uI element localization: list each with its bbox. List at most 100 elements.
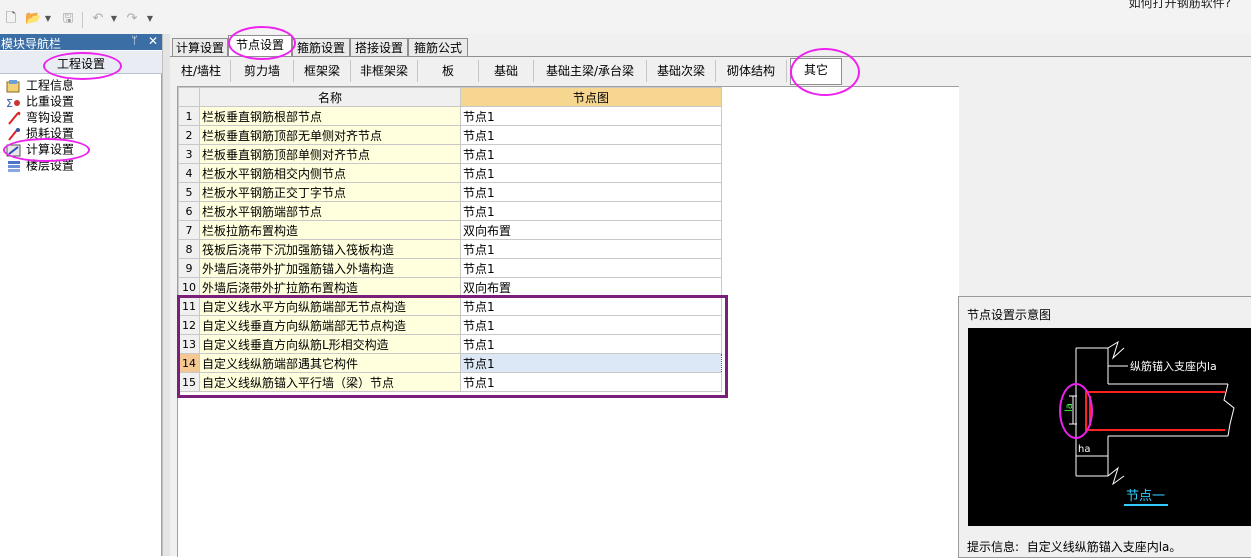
row-number[interactable]: 11 xyxy=(178,296,200,316)
row-name-cell[interactable]: 栏板垂直钢筋顶部单侧对齐节点 xyxy=(199,144,461,164)
row-name-cell[interactable]: 栏板水平钢筋端部节点 xyxy=(199,201,461,221)
row-name-cell[interactable]: 栏板垂直钢筋顶部无单侧对齐节点 xyxy=(199,125,461,145)
row-number[interactable]: 7 xyxy=(178,220,200,240)
row-node-cell[interactable]: 节点1 xyxy=(460,296,722,316)
row-node-cell[interactable]: 节点1 xyxy=(460,201,722,221)
column-header-node[interactable]: 节点图 xyxy=(460,87,722,107)
tab-non-frame-beam[interactable]: 非框架梁 xyxy=(351,60,418,82)
row-number[interactable]: 8 xyxy=(178,239,200,259)
row-node-cell[interactable]: 节点1 xyxy=(460,144,722,164)
table-row[interactable]: 11 自定义线水平方向纵筋端部无节点构造 节点1 xyxy=(178,296,722,316)
tab-foundation[interactable]: 基础 xyxy=(479,60,534,82)
column-header-name[interactable]: 名称 xyxy=(199,87,461,107)
table-row[interactable]: 8 筏板后浇带下沉加强筋锚入筏板构造 节点1 xyxy=(178,239,722,259)
open-folder-icon[interactable]: 📂 xyxy=(25,11,41,27)
dropdown-arrow-icon[interactable]: ▼ xyxy=(106,11,122,27)
row-name-cell[interactable]: 栏板垂直钢筋根部节点 xyxy=(199,106,461,126)
tab-frame-beam[interactable]: 框架梁 xyxy=(294,60,351,82)
row-number[interactable]: 6 xyxy=(178,201,200,221)
table-row[interactable]: 7 栏板拉筋布置构造 双向布置 xyxy=(178,220,722,240)
row-node-cell[interactable]: 双向布置 xyxy=(460,220,722,240)
row-name-cell[interactable]: 外墙后浇带外扩加强筋锚入外墙构造 xyxy=(199,258,461,278)
table-row[interactable]: 15 自定义线纵筋锚入平行墙（梁）节点 节点1 xyxy=(178,372,722,392)
close-icon[interactable]: ✕ xyxy=(148,34,158,48)
tab-column-wall-column[interactable]: 柱/墙柱 xyxy=(172,60,231,82)
row-number[interactable]: 3 xyxy=(178,144,200,164)
nav-item-label: 比重设置 xyxy=(26,94,75,109)
row-number[interactable]: 14 xyxy=(178,353,200,373)
row-number[interactable]: 15 xyxy=(178,372,200,392)
redo-icon[interactable]: ↷ xyxy=(124,11,140,27)
row-name-cell[interactable]: 自定义线垂直方向纵筋端部无节点构造 xyxy=(199,315,461,335)
row-number[interactable]: 9 xyxy=(178,258,200,278)
row-node-cell[interactable]: 节点1 xyxy=(460,334,722,354)
panel-splitter[interactable] xyxy=(162,34,170,556)
tab-other[interactable]: 其它 xyxy=(790,58,842,85)
table-row[interactable]: 14 自定义线纵筋端部遇其它构件 节点1 xyxy=(178,353,722,373)
row-number[interactable]: 4 xyxy=(178,163,200,183)
row-node-cell[interactable]: 节点1 xyxy=(460,163,722,183)
row-name-cell[interactable]: 自定义线纵筋锚入平行墙（梁）节点 xyxy=(199,372,461,392)
dropdown-arrow-icon[interactable]: ▼ xyxy=(142,11,158,27)
row-node-cell[interactable]: 节点1 xyxy=(460,182,722,202)
tab-masonry[interactable]: 砌体结构 xyxy=(716,60,787,82)
row-name-cell[interactable]: 栏板水平钢筋相交内侧节点 xyxy=(199,163,461,183)
row-number[interactable]: 2 xyxy=(178,125,200,145)
row-name-cell[interactable]: 自定义线水平方向纵筋端部无节点构造 xyxy=(199,296,461,316)
dropdown-arrow-icon[interactable]: ▼ xyxy=(40,11,56,27)
row-name-cell[interactable]: 筏板后浇带下沉加强筋锚入筏板构造 xyxy=(199,239,461,259)
tab-lap-settings[interactable]: 搭接设置 xyxy=(350,38,408,57)
new-file-icon[interactable]: 🗋 xyxy=(3,11,19,27)
row-node-cell[interactable]: 节点1 xyxy=(460,258,722,278)
tab-slab[interactable]: 板 xyxy=(418,60,479,82)
row-number[interactable]: 5 xyxy=(178,182,200,202)
nav-item-weight-settings[interactable]: Σ 比重设置 xyxy=(6,93,74,109)
row-number[interactable]: 13 xyxy=(178,334,200,354)
undo-icon[interactable]: ↶ xyxy=(90,11,106,27)
tab-node-settings[interactable]: 节点设置 xyxy=(228,35,292,58)
pin-icon[interactable]: ᛘ xyxy=(131,34,138,47)
nav-group-project-settings[interactable]: 工程设置 xyxy=(0,51,162,74)
table-row[interactable]: 4 栏板水平钢筋相交内侧节点 节点1 xyxy=(178,163,722,183)
row-number[interactable]: 10 xyxy=(178,277,200,297)
tab-foundation-main-beam[interactable]: 基础主梁/承台梁 xyxy=(534,60,647,82)
tab-stirrup-settings[interactable]: 箍筋设置 xyxy=(292,38,350,57)
tip-info: 提示信息: 自定义线纵筋锚入支座内la。 xyxy=(967,538,1181,555)
tab-label: 基础主梁/承台梁 xyxy=(545,64,635,78)
table-row[interactable]: 10 外墙后浇带外扩拉筋布置构造 双向布置 xyxy=(178,277,722,297)
help-link[interactable]: 如何打开钢筋软件? xyxy=(1129,0,1231,11)
loss-settings-icon xyxy=(8,127,20,141)
row-node-cell[interactable]: 节点1 xyxy=(460,353,722,373)
tab-foundation-secondary-beam[interactable]: 基础次梁 xyxy=(647,60,716,82)
nav-item-loss-settings[interactable]: 损耗设置 xyxy=(6,125,74,141)
row-number[interactable]: 1 xyxy=(178,106,200,126)
table-row[interactable]: 13 自定义线垂直方向纵筋L形相交构造 节点1 xyxy=(178,334,722,354)
row-name-cell[interactable]: 栏板水平钢筋正交丁字节点 xyxy=(199,182,461,202)
table-row[interactable]: 6 栏板水平钢筋端部节点 节点1 xyxy=(178,201,722,221)
row-node-cell[interactable]: 节点1 xyxy=(460,239,722,259)
row-node-cell[interactable]: 节点1 xyxy=(460,315,722,335)
nav-item-hook-settings[interactable]: 弯钩设置 xyxy=(6,109,74,125)
row-name-cell[interactable]: 自定义线垂直方向纵筋L形相交构造 xyxy=(199,334,461,354)
row-node-cell[interactable]: 节点1 xyxy=(460,106,722,126)
row-name-cell[interactable]: 栏板拉筋布置构造 xyxy=(199,220,461,240)
tab-stirrup-formula[interactable]: 箍筋公式 xyxy=(408,38,468,57)
row-number[interactable]: 12 xyxy=(178,315,200,335)
table-row[interactable]: 9 外墙后浇带外扩加强筋锚入外墙构造 节点1 xyxy=(178,258,722,278)
row-name-cell[interactable]: 外墙后浇带外扩拉筋布置构造 xyxy=(199,277,461,297)
table-row[interactable]: 5 栏板水平钢筋正交丁字节点 节点1 xyxy=(178,182,722,202)
nav-item-floor-settings[interactable]: 楼层设置 xyxy=(6,157,74,173)
tab-shear-wall[interactable]: 剪力墙 xyxy=(231,60,294,82)
row-node-cell[interactable]: 双向布置 xyxy=(460,277,722,297)
table-row[interactable]: 3 栏板垂直钢筋顶部单侧对齐节点 节点1 xyxy=(178,144,722,164)
row-name-cell[interactable]: 自定义线纵筋端部遇其它构件 xyxy=(199,353,461,373)
save-icon[interactable]: 🖫 xyxy=(60,11,76,27)
table-row[interactable]: 1 栏板垂直钢筋根部节点 节点1 xyxy=(178,106,722,126)
table-row[interactable]: 2 栏板垂直钢筋顶部无单侧对齐节点 节点1 xyxy=(178,125,722,145)
tab-calc-settings[interactable]: 计算设置 xyxy=(172,38,228,57)
row-node-cell[interactable]: 节点1 xyxy=(460,125,722,145)
nav-item-calc-settings[interactable]: 计算设置 xyxy=(6,141,74,157)
nav-item-project-info[interactable]: 工程信息 xyxy=(6,77,74,93)
table-row[interactable]: 12 自定义线垂直方向纵筋端部无节点构造 节点1 xyxy=(178,315,722,335)
row-node-cell[interactable]: 节点1 xyxy=(460,372,722,392)
